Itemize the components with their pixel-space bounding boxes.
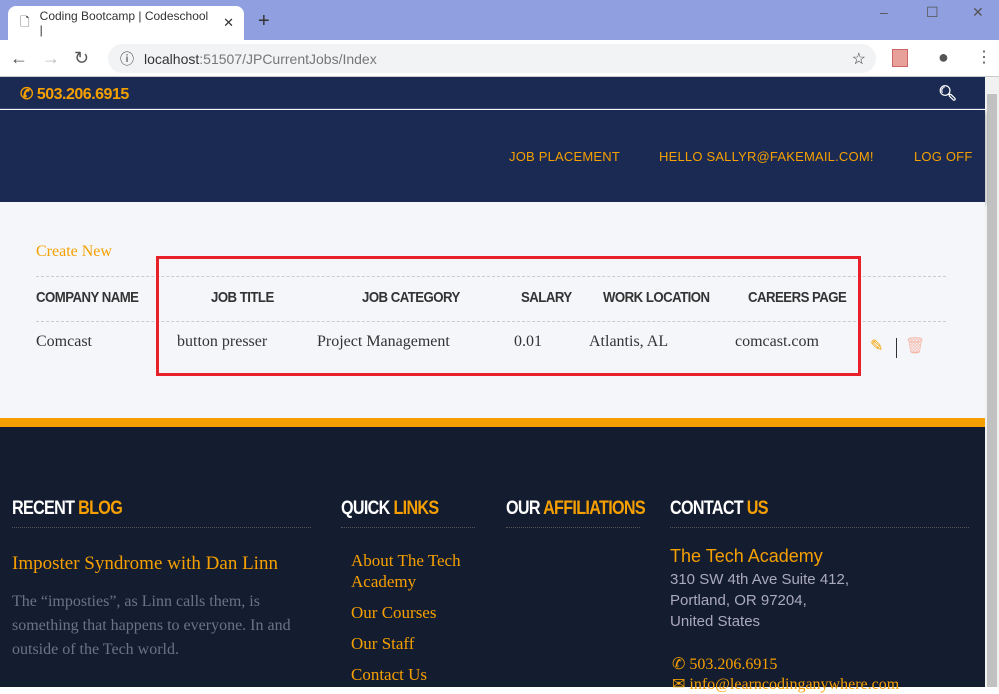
blog-excerpt: The “imposties”, as Linn calls them, is … (12, 593, 291, 658)
contact-phone-number: 503.206.6915 (689, 656, 778, 673)
maximize-button[interactable]: ☐ (926, 4, 939, 21)
star-icon[interactable]: ☆ (852, 49, 866, 69)
divider (12, 527, 311, 528)
header-phone[interactable]: ✆ 503.206.6915 (20, 84, 129, 104)
close-window-button[interactable]: ✕ (972, 4, 984, 21)
close-tab-icon[interactable]: ✕ (223, 15, 234, 31)
highlight-box (156, 256, 861, 376)
url-host: localhost (144, 50, 200, 67)
phone-icon: ✆ (672, 656, 686, 673)
phone-icon: ✆ (20, 86, 33, 103)
nav-log-off[interactable]: LOG OFF (914, 149, 972, 164)
phone-number: 503.206.6915 (36, 86, 129, 103)
envelope-icon: ✉ (672, 676, 686, 693)
col-company-name: COMPANY NAME (36, 289, 139, 306)
trash-icon[interactable]: 🗑︎ (905, 336, 925, 356)
link-staff[interactable]: Our Staff (351, 633, 481, 654)
separator (896, 338, 897, 358)
address-line: Portland, OR 97204, (670, 592, 807, 609)
search-icon[interactable]: 🔍︎ (938, 84, 957, 102)
contact-email-address: info@learncodinganywhere.com (689, 676, 900, 693)
divider (670, 527, 969, 528)
blog-post-title[interactable]: Imposter Syndrome with Dan Linn (12, 553, 278, 575)
browser-tab[interactable]: 🗋 Coding Bootcamp | Codeschool | ✕ (8, 6, 244, 40)
divider (341, 527, 475, 528)
contact-email[interactable]: ✉ info@learncodinganywhere.com (672, 674, 899, 694)
address-line: 310 SW 4th Ave Suite 412, (670, 571, 850, 588)
divider (506, 527, 640, 528)
tab-title: Coding Bootcamp | Codeschool | (39, 9, 209, 37)
link-courses[interactable]: Our Courses (351, 602, 481, 623)
info-icon: ⓘ (120, 50, 134, 67)
contact-phone[interactable]: ✆ 503.206.6915 (672, 654, 777, 674)
minimize-button[interactable]: – (880, 4, 888, 20)
contact-name: The Tech Academy (670, 546, 823, 566)
edit-pencil-icon[interactable]: ✎ (870, 336, 883, 356)
url-path: :51507/JPCurrentJobs/Index (199, 50, 377, 67)
nav-hello-user[interactable]: HELLO SALLYR@FAKEMAIL.COM! (659, 149, 874, 164)
heading-contact-us: CONTACT US (670, 498, 769, 519)
heading-recent-blog: RECENT BLOG (12, 498, 123, 519)
page-icon: 🗋 (20, 14, 30, 29)
heading-quick-links: QUICK LINKS (341, 498, 439, 519)
pdf-extension-icon[interactable] (892, 49, 908, 67)
footer-accent-bar (0, 418, 985, 427)
scrollbar-thumb[interactable] (987, 94, 997, 687)
link-about[interactable]: About The Tech Academy (351, 550, 481, 592)
address-line: United States (670, 613, 761, 630)
create-new-link[interactable]: Create New (36, 243, 112, 261)
top-bar (0, 77, 985, 109)
forward-icon[interactable]: → (42, 48, 60, 69)
link-contact[interactable]: Contact Us (351, 664, 481, 685)
back-icon[interactable]: ← (10, 48, 28, 69)
new-tab-button[interactable]: + (258, 10, 270, 33)
heading-affiliations: OUR AFFILIATIONS (506, 498, 646, 519)
cell-company: Comcast (36, 333, 92, 350)
nav-job-placement[interactable]: JOB PLACEMENT (509, 149, 620, 164)
reload-icon[interactable]: ↻ (74, 48, 89, 69)
profile-icon[interactable]: ● (938, 47, 949, 68)
menu-icon[interactable]: ⋮ (976, 47, 992, 67)
url-input[interactable]: ⓘ localhost:51507/JPCurrentJobs/Index ☆ (108, 44, 876, 73)
